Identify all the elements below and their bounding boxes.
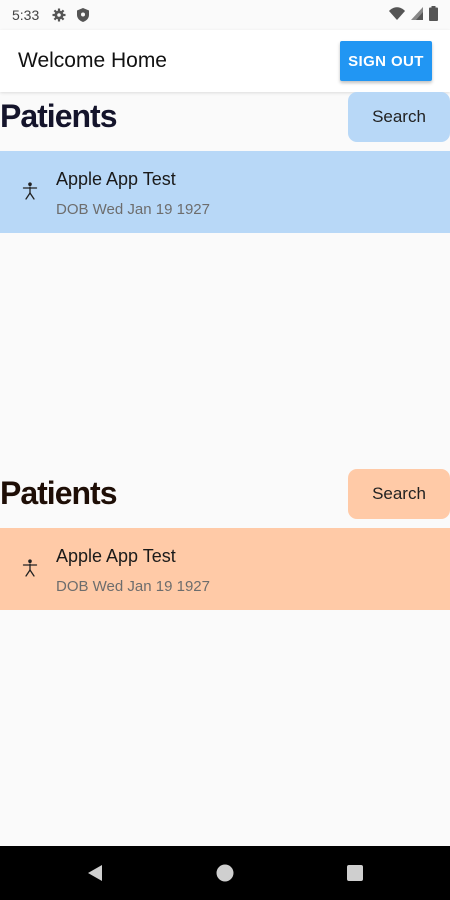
section-title: Patients — [0, 475, 117, 511]
status-bar: 5:33 — [0, 0, 450, 30]
battery-icon — [429, 6, 438, 24]
cell-signal-icon — [411, 6, 423, 24]
shield-icon — [75, 7, 91, 23]
wifi-icon — [389, 6, 405, 24]
navigation-bar — [0, 846, 450, 900]
search-button[interactable]: Search — [348, 92, 450, 142]
app-title: Welcome Home — [18, 49, 167, 72]
patient-dob: DOB Wed Jan 19 1927 — [56, 578, 210, 595]
patient-list-item[interactable]: Apple App Test DOB Wed Jan 19 1927 — [0, 528, 450, 610]
patients-section-orange: Patients Search Apple App Test DOB Wed J… — [0, 469, 450, 610]
back-icon[interactable] — [65, 846, 125, 900]
patient-name: Apple App Test — [56, 169, 176, 189]
section-header: Patients Search — [0, 469, 450, 528]
patient-dob: DOB Wed Jan 19 1927 — [56, 201, 210, 218]
person-icon — [22, 182, 38, 200]
patient-list-item[interactable]: Apple App Test DOB Wed Jan 19 1927 — [0, 151, 450, 233]
search-button[interactable]: Search — [348, 469, 450, 519]
home-icon[interactable] — [195, 846, 255, 900]
patient-name: Apple App Test — [56, 546, 176, 566]
app-bar: Welcome Home SIGN OUT — [0, 30, 450, 92]
sign-out-button[interactable]: SIGN OUT — [340, 41, 432, 81]
gear-icon — [51, 7, 67, 23]
recents-icon[interactable] — [325, 846, 385, 900]
section-header: Patients Search — [0, 92, 450, 151]
person-icon — [22, 559, 38, 577]
section-title: Patients — [0, 98, 117, 134]
status-time: 5:33 — [12, 7, 40, 23]
patients-section-blue: Patients Search Apple App Test DOB Wed J… — [0, 92, 450, 233]
